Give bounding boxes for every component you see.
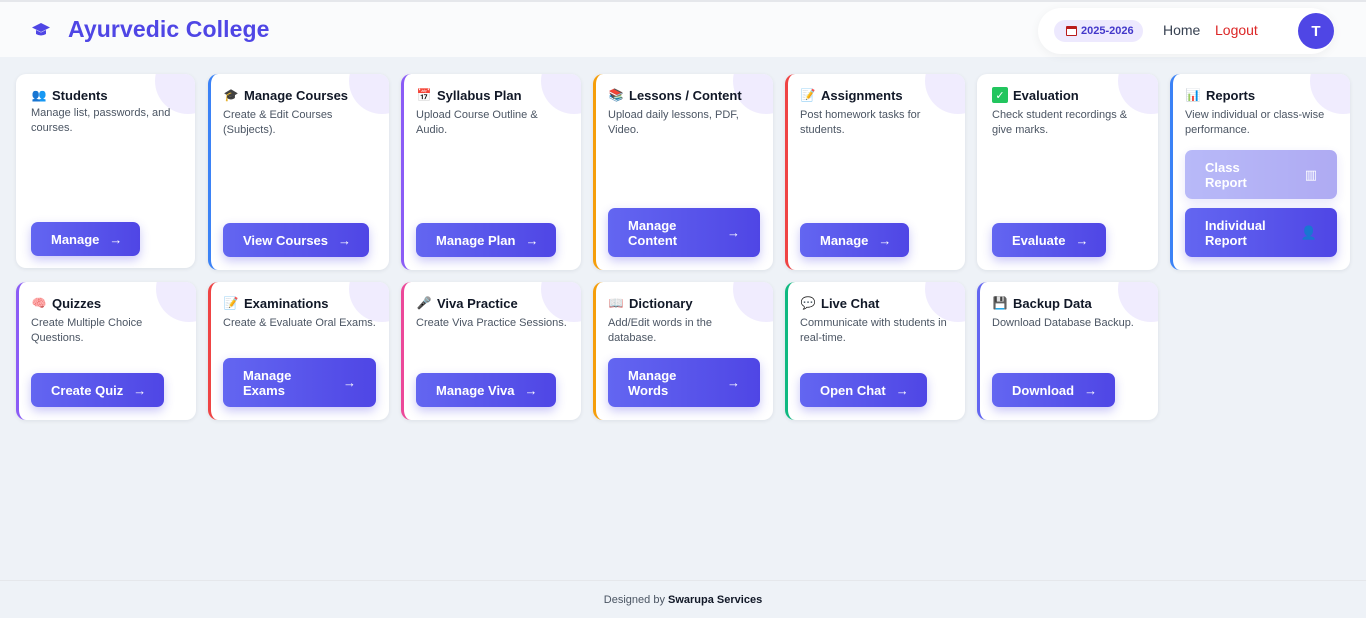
- card-lessons-content: 📚 Lessons / Content Upload daily lessons,…: [593, 74, 773, 270]
- arrow-right-icon: →: [1075, 232, 1089, 248]
- manage-plan-button[interactable]: Manage Plan →: [416, 223, 557, 257]
- card-description: View individual or class-wise performanc…: [1185, 109, 1325, 136]
- book-icon: 📖: [608, 296, 624, 310]
- manage-words-button[interactable]: Manage Words →: [608, 358, 760, 407]
- microphone-icon: 🎤: [416, 296, 432, 310]
- year-badge: 2025-2026: [1054, 20, 1143, 42]
- floppy-disk-icon: 💾: [992, 296, 1008, 310]
- app-header: Ayurvedic College 2025-2026 Home Logout …: [0, 2, 1366, 57]
- arrow-right-icon: →: [1084, 382, 1098, 398]
- memo-icon: 📝: [223, 296, 239, 310]
- people-icon: 👥: [31, 88, 47, 102]
- card-reports: 📊 Reports View individual or class-wise p…: [1170, 74, 1350, 270]
- manage-viva-button[interactable]: Manage Viva →: [416, 373, 556, 407]
- card-title: Backup Data: [1013, 295, 1092, 311]
- evaluate-button[interactable]: Evaluate →: [992, 223, 1107, 257]
- card-description: Check student recordings & give marks.: [992, 109, 1128, 136]
- card-title: Dictionary: [629, 295, 693, 311]
- nav-bar: 2025-2026 Home Logout T: [1038, 8, 1334, 54]
- card-syllabus-plan: 📅 Syllabus Plan Upload Course Outline & A…: [401, 74, 581, 270]
- card-description: Upload daily lessons, PDF, Video.: [608, 109, 739, 136]
- calendar-icon: 📅: [416, 88, 432, 102]
- students-manage-button[interactable]: Manage →: [31, 222, 141, 256]
- card-description: Create Multiple Choice Questions.: [31, 317, 143, 344]
- arrow-right-icon: →: [133, 382, 147, 398]
- card-dictionary: 📖 Dictionary Add/Edit words in the databa…: [593, 282, 773, 420]
- card-title: Live Chat: [821, 295, 880, 311]
- card-students: 👥 Students Manage list, passwords, and co…: [16, 74, 195, 268]
- graduation-cap-icon: [30, 19, 52, 41]
- graduation-cap-icon: 🎓: [223, 88, 239, 102]
- card-title: Students: [52, 87, 108, 103]
- card-backup-data: 💾 Backup Data Download Database Backup. D…: [977, 282, 1158, 420]
- card-description: Create & Edit Courses (Subjects).: [223, 109, 333, 136]
- calendar-icon: [1066, 26, 1077, 36]
- card-description: Download Database Backup.: [992, 317, 1134, 329]
- bar-chart-icon: 📊: [1185, 88, 1201, 102]
- brand[interactable]: Ayurvedic College: [30, 16, 270, 43]
- card-description: Create & Evaluate Oral Exams.: [223, 317, 376, 329]
- assignments-manage-button[interactable]: Manage →: [800, 223, 910, 257]
- card-title: Lessons / Content: [629, 87, 742, 103]
- chat-icon: 💬: [800, 296, 816, 310]
- card-title: Viva Practice: [437, 295, 518, 311]
- nav-home-link[interactable]: Home: [1163, 22, 1200, 38]
- arrow-right-icon: →: [338, 232, 352, 248]
- manage-exams-button[interactable]: Manage Exams →: [223, 358, 376, 407]
- arrow-right-icon: →: [343, 375, 356, 390]
- memo-icon: 📝: [800, 88, 816, 102]
- arrow-right-icon: →: [109, 231, 123, 247]
- page-footer: Designed by Swarupa Services: [0, 580, 1366, 618]
- footer-company[interactable]: Swarupa Services: [668, 594, 762, 606]
- download-button[interactable]: Download →: [992, 373, 1116, 407]
- app-title: Ayurvedic College: [68, 16, 270, 42]
- card-evaluation: ✓ Evaluation Check student recordings & g…: [977, 74, 1158, 270]
- arrow-right-icon: →: [895, 382, 909, 398]
- brain-icon: 🧠: [31, 296, 47, 310]
- card-manage-courses: 🎓 Manage Courses Create & Edit Courses (S…: [208, 74, 389, 270]
- create-quiz-button[interactable]: Create Quiz →: [31, 373, 165, 407]
- nav-logout-link[interactable]: Logout: [1215, 22, 1258, 38]
- card-description: Manage list, passwords, and courses.: [31, 107, 171, 134]
- arrow-right-icon: →: [525, 232, 539, 248]
- class-report-button[interactable]: Class Report ▥: [1185, 150, 1337, 199]
- arrow-right-icon: →: [727, 225, 740, 240]
- bar-chart-icon: ▥: [1304, 167, 1317, 182]
- card-quizzes: 🧠 Quizzes Create Multiple Choice Question…: [16, 282, 196, 420]
- arrow-right-icon: →: [878, 232, 892, 248]
- card-title: Syllabus Plan: [437, 87, 522, 103]
- year-label: 2025-2026: [1081, 25, 1134, 37]
- card-description: Create Viva Practice Sessions.: [416, 317, 567, 329]
- card-assignments: 📝 Assignments Post homework tasks for stu…: [785, 74, 965, 270]
- card-title: Quizzes: [52, 295, 102, 311]
- arrow-right-icon: →: [524, 382, 538, 398]
- card-description: Upload Course Outline & Audio.: [416, 109, 538, 136]
- user-avatar[interactable]: T: [1298, 13, 1334, 49]
- card-title: Examinations: [244, 295, 329, 311]
- open-chat-button[interactable]: Open Chat →: [800, 373, 927, 407]
- card-description: Communicate with students in real-time.: [800, 317, 947, 344]
- card-title: Reports: [1206, 87, 1256, 103]
- user-icon: 👤: [1300, 225, 1317, 240]
- checkmark-icon: ✓: [992, 87, 1008, 103]
- card-examinations: 📝 Examinations Create & Evaluate Oral Exa…: [208, 282, 389, 420]
- card-title: Evaluation: [1013, 87, 1079, 103]
- individual-report-button[interactable]: Individual Report 👤: [1185, 208, 1337, 257]
- card-description: Post homework tasks for students.: [800, 109, 921, 136]
- card-viva-practice: 🎤 Viva Practice Create Viva Practice Sess…: [401, 282, 581, 420]
- arrow-right-icon: →: [727, 375, 740, 390]
- books-icon: 📚: [608, 88, 624, 102]
- footer-prefix: Designed by: [603, 594, 665, 606]
- manage-content-button[interactable]: Manage Content →: [608, 208, 760, 257]
- card-live-chat: 💬 Live Chat Communicate with students in …: [785, 282, 965, 420]
- card-description: Add/Edit words in the database.: [608, 317, 712, 344]
- card-title: Assignments: [821, 87, 903, 103]
- card-title: Manage Courses: [244, 87, 349, 103]
- view-courses-button[interactable]: View Courses →: [223, 223, 370, 257]
